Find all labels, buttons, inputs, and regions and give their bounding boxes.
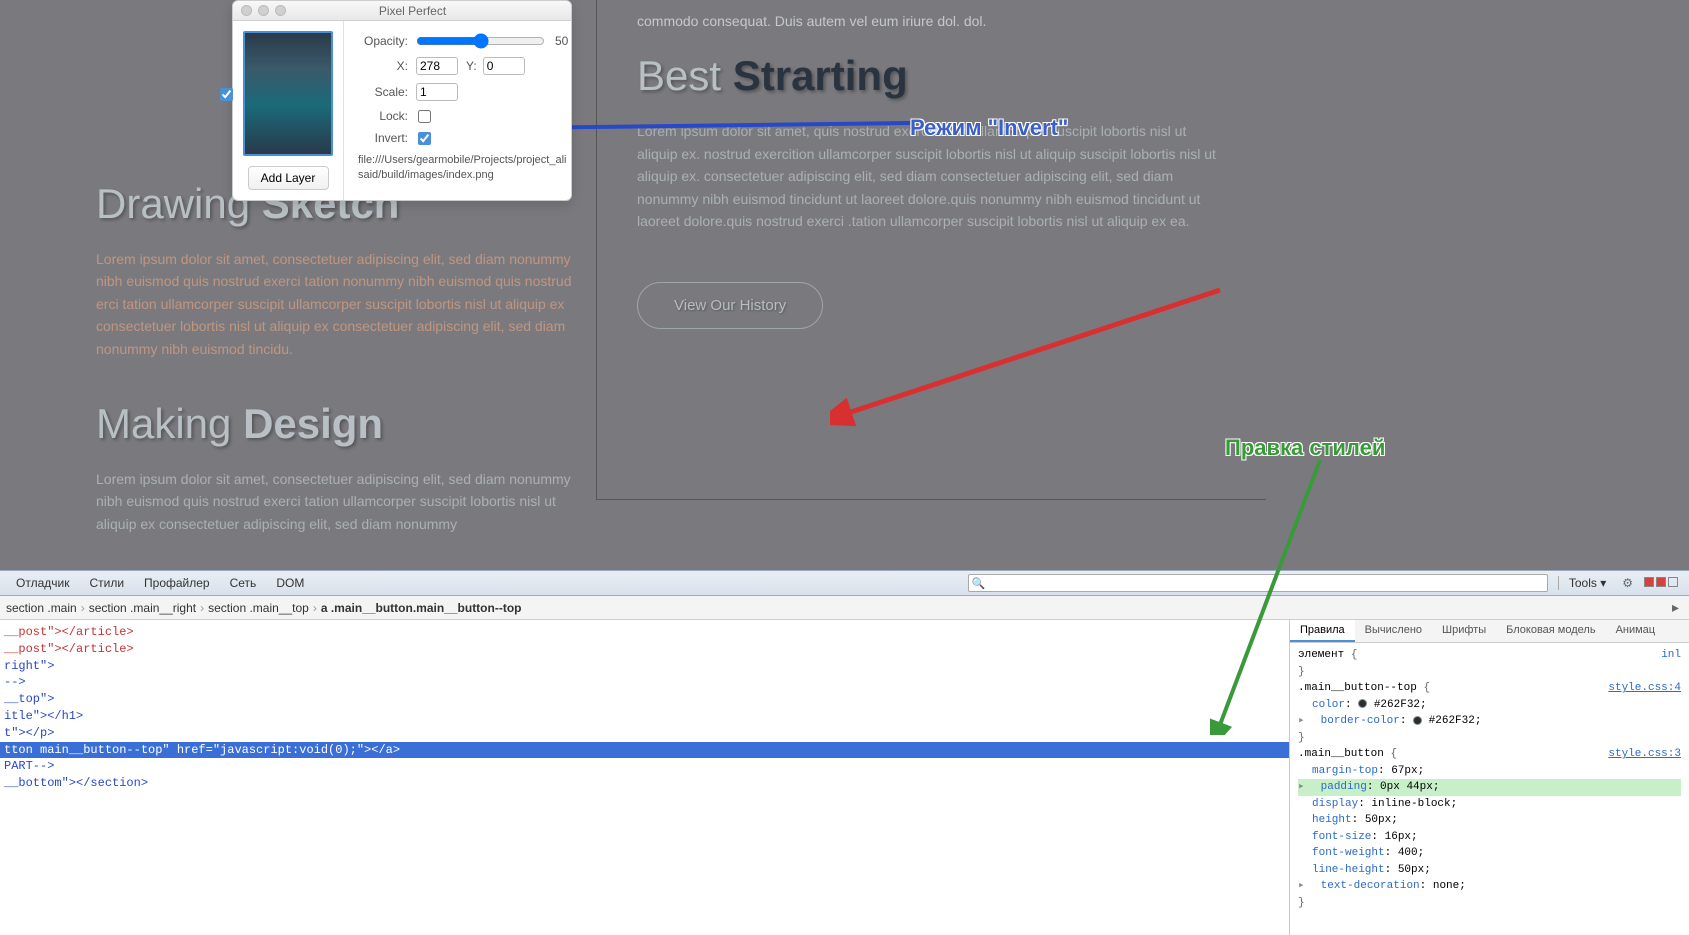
dom-line[interactable]: t"></p> — [0, 725, 1289, 742]
x-input[interactable] — [416, 57, 458, 75]
y-input[interactable] — [483, 57, 525, 75]
left-heading-2: Making Design — [96, 400, 576, 448]
scale-label: Scale: — [358, 85, 408, 99]
styles-tab-rules[interactable]: Правила — [1290, 620, 1355, 642]
lock-label: Lock: — [358, 109, 408, 123]
search-icon: 🔍 — [972, 577, 986, 590]
file-path-text: file:///Users/gearmobile/Projects/projec… — [358, 153, 568, 184]
heading-part: Best — [637, 52, 733, 99]
dom-line[interactable]: --> — [0, 674, 1289, 691]
styles-rules-body[interactable]: элемент {inl}.main__button--top {style.c… — [1290, 643, 1689, 935]
annotation-styles: Правка стилей — [1225, 435, 1385, 461]
dom-line[interactable]: tton main__button--top" href="javascript… — [0, 742, 1289, 759]
pixel-perfect-panel: Pixel Perfect Add Layer Opacity: 50 X: Y… — [232, 0, 572, 201]
crumb-item[interactable]: section .main — [6, 601, 77, 615]
tools-dropdown[interactable]: Tools ▾ — [1558, 576, 1616, 590]
intro-text: commodo consequat. Duis autem vel eum ir… — [637, 10, 1226, 32]
styles-tab-computed[interactable]: Вычислено — [1355, 620, 1432, 642]
right-heading: Best Strarting — [637, 52, 1226, 100]
invert-checkbox[interactable] — [418, 132, 431, 145]
devtools-search-input[interactable] — [968, 574, 1548, 592]
left-paragraph-1: Lorem ipsum dolor sit amet, consectetuer… — [96, 248, 576, 360]
view-history-button[interactable]: View Our History — [637, 282, 823, 329]
y-label: Y: — [466, 59, 477, 73]
scale-input[interactable] — [416, 83, 458, 101]
dom-line[interactable]: __bottom"></section> — [0, 775, 1289, 792]
left-paragraph-2: Lorem ipsum dolor sit amet, consectetuer… — [96, 468, 576, 535]
devtools-tab-network[interactable]: Сеть — [220, 576, 267, 590]
styles-panel: Правила Вычислено Шрифты Блоковая модель… — [1289, 620, 1689, 935]
invert-label: Invert: — [358, 131, 408, 145]
window-close-dot[interactable] — [241, 5, 252, 16]
styles-tab-boxmodel[interactable]: Блоковая модель — [1496, 620, 1605, 642]
devtools-toolbar: Отладчик Стили Профайлер Сеть DOM 🔍 Tool… — [0, 570, 1689, 596]
heading-strong: Strarting — [733, 52, 908, 99]
gear-icon[interactable]: ⚙ — [1616, 576, 1639, 590]
opacity-slider[interactable] — [416, 33, 545, 49]
dom-line[interactable]: right"> — [0, 658, 1289, 675]
dom-line[interactable]: __post"></article> — [0, 624, 1289, 641]
panel-title: Pixel Perfect — [262, 4, 563, 18]
crumb-item[interactable]: section .main__top — [208, 601, 309, 615]
dom-line[interactable]: __top"> — [0, 691, 1289, 708]
dom-breadcrumb: section .main› section .main__right› sec… — [0, 596, 1689, 620]
layer-enable-checkbox[interactable] — [220, 88, 233, 101]
crumb-item-active[interactable]: a .main__button.main__button--top — [321, 601, 522, 615]
styles-tab-anim[interactable]: Анимац — [1606, 620, 1666, 642]
crumb-scroll-icon[interactable]: ▸ — [1672, 599, 1679, 616]
styles-tab-fonts[interactable]: Шрифты — [1432, 620, 1496, 642]
dom-line[interactable]: PART--> — [0, 758, 1289, 775]
heading-part: Making — [96, 400, 243, 447]
devtools-tab-debugger[interactable]: Отладчик — [6, 576, 79, 590]
devtools-tab-dom[interactable]: DOM — [266, 576, 314, 590]
dom-line[interactable]: __post"></article> — [0, 641, 1289, 658]
devtools-tab-profiler[interactable]: Профайлер — [134, 576, 220, 590]
x-label: X: — [358, 59, 408, 73]
opacity-value: 50 — [555, 34, 568, 48]
dock-buttons[interactable] — [1639, 576, 1683, 590]
add-layer-button[interactable]: Add Layer — [248, 166, 329, 190]
heading-strong: Design — [243, 400, 383, 447]
dom-line[interactable]: itle"></h1> — [0, 708, 1289, 725]
devtools-tab-styles[interactable]: Стили — [79, 576, 134, 590]
lock-checkbox[interactable] — [418, 110, 431, 123]
crumb-item[interactable]: section .main__right — [89, 601, 196, 615]
panel-titlebar[interactable]: Pixel Perfect — [233, 1, 571, 21]
dom-tree-panel[interactable]: __post"></article>__post"></article>righ… — [0, 620, 1289, 935]
opacity-label: Opacity: — [358, 34, 408, 48]
layer-thumbnail[interactable] — [243, 31, 333, 156]
annotation-invert: Режим "Invert" — [910, 115, 1068, 141]
